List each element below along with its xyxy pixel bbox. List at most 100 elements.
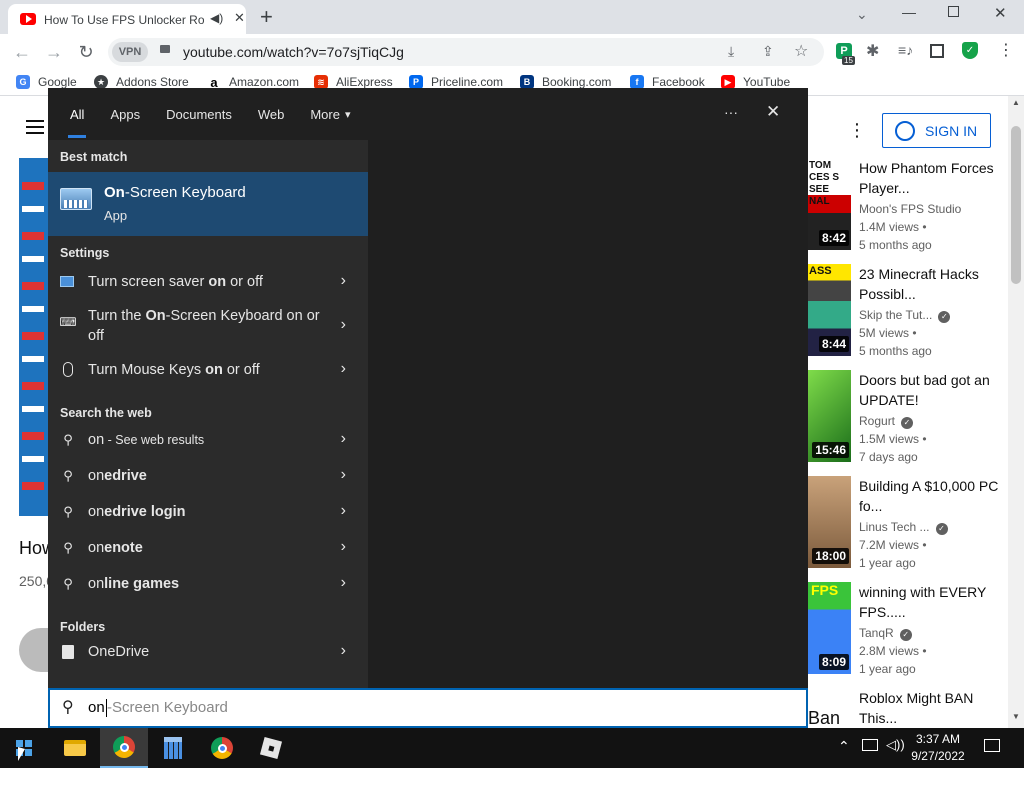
tab-apps[interactable]: Apps (110, 88, 140, 140)
extensions-puzzle-icon[interactable]: ✱ (866, 41, 879, 61)
video-thumbnail[interactable]: 15:46 (808, 370, 851, 462)
bookmark-booking[interactable]: B Booking.com (520, 75, 611, 89)
close-icon[interactable]: ✕ (766, 102, 780, 122)
chevron-right-icon[interactable]: › (341, 574, 346, 592)
bookmark-addons-store[interactable]: ★ Addons Store (94, 75, 189, 89)
lock-icon[interactable] (160, 45, 170, 53)
chevron-right-icon[interactable]: › (341, 316, 346, 334)
list-item[interactable]: 18:00 Building A $10,000 PC fo... Linus … (808, 476, 1008, 576)
video-title[interactable]: How Phantom Forces Player... (859, 158, 1009, 198)
sign-in-button[interactable]: SIGN IN (882, 113, 991, 148)
bookmark-star-icon[interactable]: ☆ (794, 41, 808, 61)
back-arrow-icon[interactable]: ← (10, 40, 34, 64)
bookmark-priceline[interactable]: P Priceline.com (409, 75, 503, 89)
bookmark-youtube[interactable]: ▶ YouTube (721, 75, 790, 89)
folder-onedrive[interactable]: OneDrive › (48, 634, 368, 670)
bookmark-aliexpress[interactable]: ≋ AliExpress (314, 75, 393, 89)
result-mouse-keys[interactable]: Turn Mouse Keys on or off › (48, 352, 368, 388)
video-title[interactable]: Building A $10,000 PC fo... (859, 476, 1009, 516)
play-glyph-icon (26, 15, 32, 23)
file-explorer-taskbar[interactable] (51, 728, 99, 768)
chrome-profile-taskbar[interactable] (198, 728, 246, 768)
share-icon[interactable]: ⇪ (762, 43, 774, 60)
chevron-right-icon[interactable]: › (341, 360, 346, 378)
video-player[interactable] (19, 158, 48, 516)
best-match-result[interactable]: On-Screen Keyboard App (48, 172, 368, 236)
channel-name[interactable]: Moon's FPS Studio (859, 200, 961, 218)
video-title[interactable]: Doors but bad got an UPDATE! (859, 370, 1009, 410)
shield-extension-icon[interactable]: ✓ (962, 42, 978, 59)
forward-arrow-icon[interactable]: → (42, 40, 66, 64)
media-control-icon[interactable]: ≡♪ (898, 42, 913, 58)
chevron-up-icon[interactable]: ⌃ (838, 738, 850, 755)
reload-icon[interactable]: ↻ (74, 40, 98, 64)
bookmark-facebook[interactable]: f Facebook (630, 75, 705, 89)
notifications-icon[interactable] (984, 739, 1000, 752)
video-thumbnail[interactable]: ASS 8:44 (808, 264, 851, 356)
new-tab-button[interactable]: + (260, 4, 273, 30)
video-thumbnail[interactable]: 18:00 (808, 476, 851, 568)
monitor-icon (60, 276, 74, 287)
result-screen-saver[interactable]: Turn screen saver on or off › (48, 264, 368, 300)
bookmark-google[interactable]: G Google (16, 75, 77, 89)
calculator-taskbar[interactable] (149, 728, 197, 768)
web-result-online-games[interactable]: ⚲ online games › (48, 566, 368, 602)
minimize-button[interactable]: — (902, 4, 916, 20)
video-thumbnail[interactable]: FPS 8:09 (808, 582, 851, 674)
address-bar[interactable]: VPN youtube.com/watch?v=7o7sjTiqCJg ⤓ ⇪ … (108, 38, 824, 66)
window-close-button[interactable]: ✕ (994, 4, 1007, 22)
result-onscreen-keyboard-setting[interactable]: ⌨ Turn the On-Screen Keyboard on or off … (48, 300, 368, 352)
list-item[interactable]: ASS 8:44 23 Minecraft Hacks Possibl... Sk… (808, 264, 1008, 364)
web-result-onenote[interactable]: ⚲ onenote › (48, 530, 368, 566)
tab-search-icon[interactable]: ⌄ (856, 6, 868, 23)
roblox-taskbar[interactable] (247, 728, 295, 768)
chevron-right-icon[interactable]: › (341, 466, 346, 484)
list-item[interactable]: FPS 8:09 winning with EVERY FPS..... Tanq… (808, 582, 1008, 682)
speaker-icon[interactable]: ◀) (210, 11, 223, 25)
list-item[interactable]: 15:46 Doors but bad got an UPDATE! Rogur… (808, 370, 1008, 470)
channel-name[interactable]: Rogurt ✓ (859, 412, 914, 430)
channel-name[interactable]: TanqR ✓ (859, 624, 912, 642)
list-item[interactable]: TOM CES S SEE NAL 8:42 How Phantom Forces… (808, 158, 1008, 258)
vpn-badge[interactable]: VPN (112, 42, 148, 62)
chevron-right-icon[interactable]: › (341, 642, 346, 660)
chevron-right-icon[interactable]: › (341, 502, 346, 520)
scrollbar-thumb[interactable] (1011, 126, 1021, 284)
video-title[interactable]: 23 Minecraft Hacks Possibl... (859, 264, 1009, 304)
channel-name[interactable]: Linus Tech ... ✓ (859, 518, 948, 536)
scroll-up-arrow-icon[interactable]: ▲ (1012, 98, 1020, 107)
install-icon[interactable]: ⤓ (728, 43, 734, 60)
search-input[interactable]: ⚲ on -Screen Keyboard (48, 688, 808, 728)
web-result-on[interactable]: ⚲ on - See web results › (48, 422, 368, 458)
options-ellipsis-icon[interactable]: ··· (724, 104, 738, 120)
tab-more[interactable]: More ▾ (310, 88, 350, 140)
web-result-onedrive-login[interactable]: ⚲ onedrive login › (48, 494, 368, 530)
browser-tab[interactable]: How To Use FPS Unlocker Ro ◀) ✕ (8, 4, 246, 34)
scroll-down-arrow-icon[interactable]: ▼ (1012, 712, 1020, 721)
network-icon[interactable] (862, 739, 878, 751)
tab-documents[interactable]: Documents (166, 88, 232, 140)
system-clock[interactable]: 3:37 AM 9/27/2022 (906, 731, 970, 765)
web-result-onedrive[interactable]: ⚲ onedrive › (48, 458, 368, 494)
volume-icon[interactable]: ◁)) (886, 737, 905, 753)
search-filter-tabs: All Apps Documents Web More ▾ ··· ✕ (48, 88, 808, 140)
tab-all[interactable]: All (67, 88, 87, 140)
more-options-icon[interactable]: ⋮ (848, 120, 866, 141)
channel-name[interactable]: Skip the Tut... ✓ (859, 306, 951, 324)
restore-button[interactable] (948, 6, 959, 17)
page-scrollbar[interactable]: ▲ ▼ (1008, 96, 1024, 728)
video-title[interactable]: winning with EVERY FPS..... (859, 582, 1009, 622)
chrome-menu-icon[interactable]: ⋮ (998, 40, 1014, 60)
tab-close-icon[interactable]: ✕ (234, 10, 245, 26)
chevron-right-icon[interactable]: › (341, 538, 346, 556)
tab-web[interactable]: Web (258, 88, 285, 140)
video-thumbnail[interactable]: TOM CES S SEE NAL 8:42 (808, 158, 851, 250)
chevron-right-icon[interactable]: › (341, 272, 346, 290)
chrome-taskbar[interactable] (100, 728, 148, 768)
side-panel-icon[interactable] (930, 44, 944, 58)
url-text[interactable]: youtube.com/watch?v=7o7sjTiqCJg (183, 44, 404, 60)
bookmark-amazon[interactable]: a Amazon.com (207, 75, 299, 90)
channel-avatar[interactable] (19, 628, 48, 672)
chevron-right-icon[interactable]: › (341, 430, 346, 448)
video-title[interactable]: Roblox Might BAN This... (859, 688, 1009, 728)
